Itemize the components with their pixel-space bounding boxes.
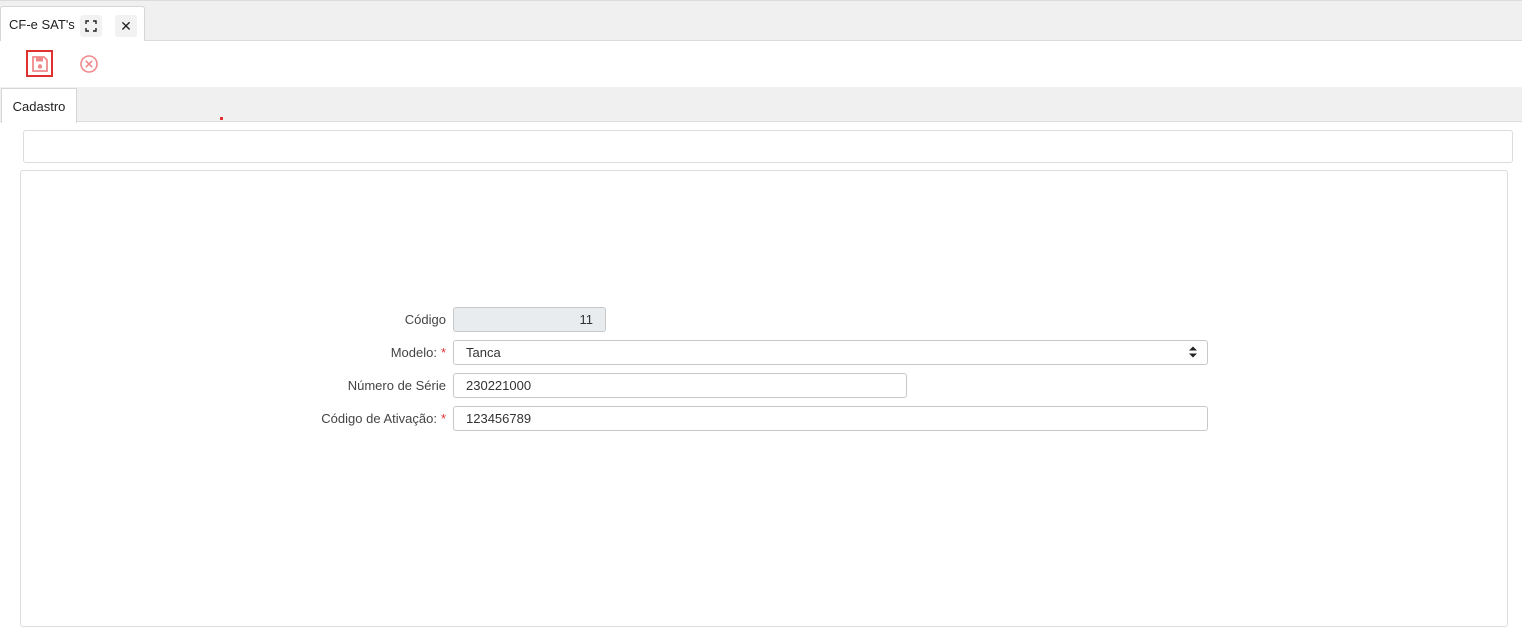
toolbar xyxy=(0,41,1522,87)
codigo-ativacao-label: Código de Ativação: * xyxy=(146,411,446,426)
cancel-icon xyxy=(80,55,98,73)
info-bar xyxy=(23,130,1513,163)
tab-cadastro[interactable]: Cadastro xyxy=(1,88,77,123)
modelo-label: Modelo: * xyxy=(146,345,446,360)
cancel-button[interactable] xyxy=(78,53,100,75)
modelo-label-text: Modelo: xyxy=(390,345,437,360)
modelo-select-value: Tanca xyxy=(466,345,501,360)
modelo-required-mark: * xyxy=(440,345,446,360)
expand-icon-svg xyxy=(85,20,97,32)
section-tab-strip: Cadastro xyxy=(0,87,1522,123)
save-icon xyxy=(31,55,48,72)
form-panel: Código 11 Modelo: * Tanca Número de Série… xyxy=(20,170,1508,627)
document-tab-strip: CF-e SAT's ✕ xyxy=(0,0,1522,42)
codigo-field: 11 xyxy=(453,307,606,332)
codigo-ativacao-label-text: Código de Ativação: xyxy=(321,411,437,426)
chevron-updown-icon xyxy=(1189,346,1197,358)
codigo-label: Código xyxy=(146,312,446,327)
numero-serie-input[interactable]: 230221000 xyxy=(453,373,907,398)
codigo-ativacao-required-mark: * xyxy=(440,411,446,426)
select-arrows-icon xyxy=(1189,345,1197,359)
document-tab[interactable]: CF-e SAT's ✕ xyxy=(0,6,145,42)
codigo-ativacao-input[interactable]: 123456789 xyxy=(453,406,1208,431)
modelo-select[interactable]: Tanca xyxy=(453,340,1208,365)
numero-serie-label: Número de Série xyxy=(146,378,446,393)
codigo-label-text: Código xyxy=(404,312,446,327)
document-tab-title: CF-e SAT's xyxy=(9,17,75,32)
close-icon[interactable]: ✕ xyxy=(115,15,137,37)
numero-serie-label-text: Número de Série xyxy=(347,378,446,393)
red-marker xyxy=(220,117,223,120)
save-button[interactable] xyxy=(26,50,53,77)
expand-icon[interactable] xyxy=(80,15,102,37)
